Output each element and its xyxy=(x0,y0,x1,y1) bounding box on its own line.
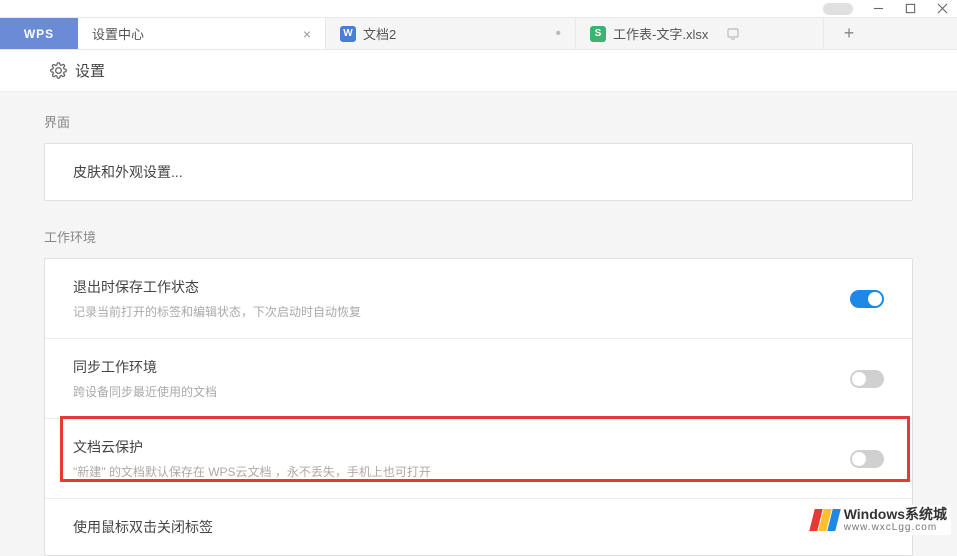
row-skin-settings[interactable]: 皮肤和外观设置... xyxy=(45,144,912,200)
maximize-button[interactable] xyxy=(903,2,917,16)
toggle-sync[interactable] xyxy=(850,370,884,388)
row-desc: 记录当前打开的标签和编辑状态，下次启动时自动恢复 xyxy=(73,303,850,320)
tab-label: 设置中心 xyxy=(92,24,144,43)
tab-label: 工作表-文字.xlsx xyxy=(613,24,708,43)
row-save-state[interactable]: 退出时保存工作状态 记录当前打开的标签和编辑状态，下次启动时自动恢复 xyxy=(45,259,912,338)
tab-close-icon[interactable]: × xyxy=(279,26,311,42)
external-icon xyxy=(726,27,740,41)
unsaved-dot-icon: • xyxy=(531,26,561,42)
row-title: 退出时保存工作状态 xyxy=(73,277,850,297)
content-area: 界面 皮肤和外观设置... 工作环境 退出时保存工作状态 记录当前打开的标签和编… xyxy=(0,92,957,556)
section-ui: 皮肤和外观设置... xyxy=(44,143,913,201)
user-badge[interactable] xyxy=(823,3,853,15)
tab-label: 文档2 xyxy=(363,24,396,43)
row-title: 皮肤和外观设置... xyxy=(73,162,884,182)
watermark-title: Windows系统城 xyxy=(844,507,947,522)
row-cloud-protection[interactable]: 文档云保护 "新建" 的文档默认保存在 WPS云文档 ，永不丢失，手机上也可打开 xyxy=(45,418,912,498)
toggle-cloud-protection[interactable] xyxy=(850,450,884,468)
toggle-save-state[interactable] xyxy=(850,290,884,308)
minimize-button[interactable] xyxy=(871,2,885,16)
section-work: 退出时保存工作状态 记录当前打开的标签和编辑状态，下次启动时自动恢复 同步工作环… xyxy=(44,258,913,556)
new-tab-button[interactable]: + xyxy=(824,18,874,49)
tab-bar: WPS 设置中心 × W 文档2 • S 工作表-文字.xlsx + xyxy=(0,18,957,50)
wps-brand[interactable]: WPS xyxy=(0,18,78,49)
row-desc: "新建" 的文档默认保存在 WPS云文档 ，永不丢失，手机上也可打开 xyxy=(73,463,850,480)
gear-icon xyxy=(50,62,67,79)
close-button[interactable] xyxy=(935,2,949,16)
row-dblclick-close[interactable]: 使用鼠标双击关闭标签 xyxy=(45,498,912,555)
section-label-ui: 界面 xyxy=(44,112,913,131)
watermark-url: www.wxcLgg.com xyxy=(844,522,947,533)
page-header: 设置 xyxy=(0,50,957,92)
section-label-work: 工作环境 xyxy=(44,227,913,246)
window-titlebar xyxy=(0,0,957,18)
spreadsheet-icon: S xyxy=(590,26,606,42)
tab-worksheet[interactable]: S 工作表-文字.xlsx xyxy=(576,18,824,49)
row-title: 文档云保护 xyxy=(73,437,850,457)
word-doc-icon: W xyxy=(340,26,356,42)
page-title: 设置 xyxy=(75,60,105,81)
row-title: 同步工作环境 xyxy=(73,357,850,377)
tab-document2[interactable]: W 文档2 • xyxy=(326,18,576,49)
row-desc: 跨设备同步最近使用的文档 xyxy=(73,383,850,400)
row-title: 使用鼠标双击关闭标签 xyxy=(73,517,884,537)
watermark: Windows系统城 www.wxcLgg.com xyxy=(808,505,951,535)
row-sync-environment[interactable]: 同步工作环境 跨设备同步最近使用的文档 xyxy=(45,338,912,418)
tab-settings-center[interactable]: 设置中心 × xyxy=(78,18,326,49)
watermark-logo-icon xyxy=(812,509,838,531)
